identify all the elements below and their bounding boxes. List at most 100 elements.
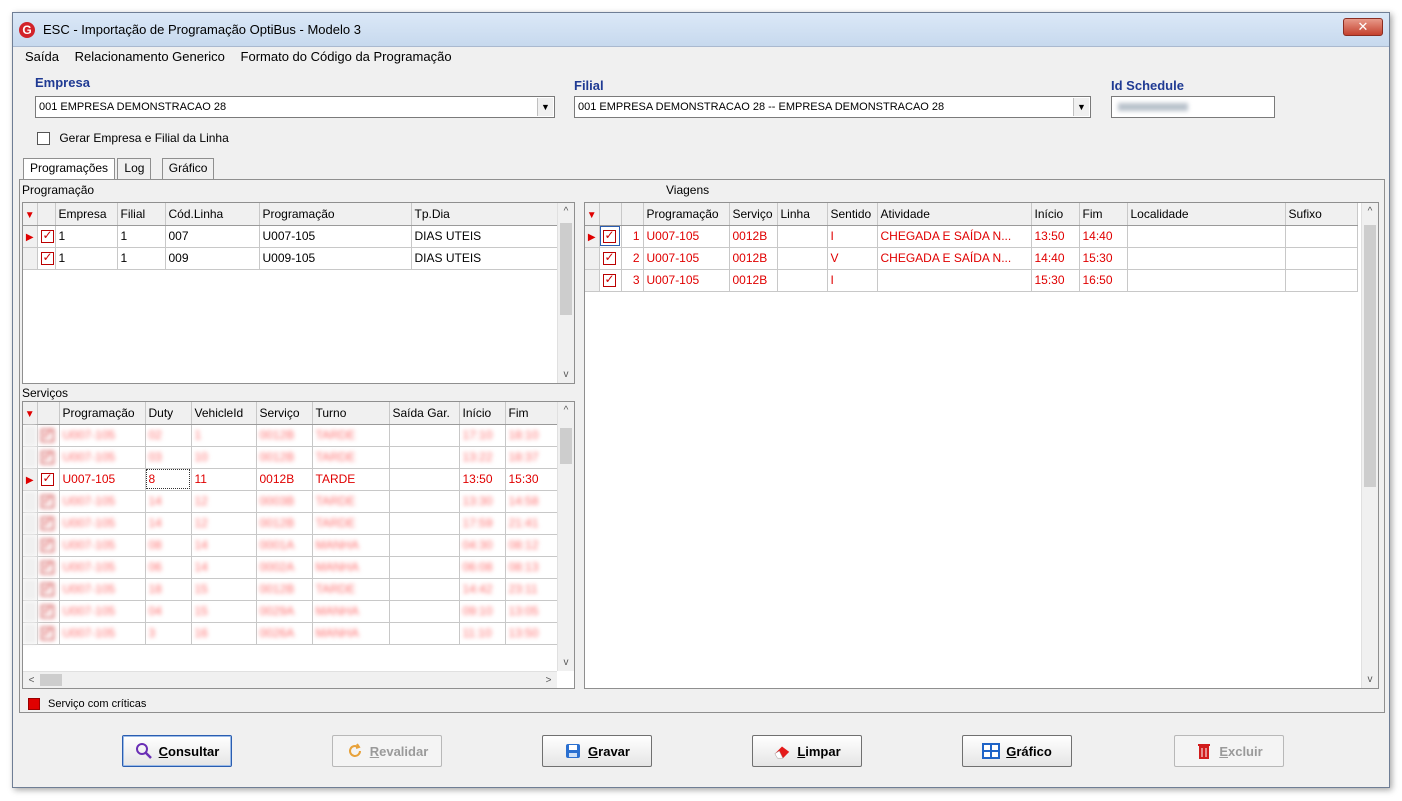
row-checkbox[interactable] [40, 625, 54, 641]
chevron-right-icon[interactable]: > [540, 672, 557, 688]
table-row[interactable]: 1 1 009 U009-105 DIAS UTEIS [23, 247, 558, 270]
table-row[interactable]: 3 U007-105 0012B I 15:30 16:50 [585, 269, 1358, 292]
row-checkbox-cell[interactable] [37, 556, 60, 579]
col-header[interactable]: Programação [643, 203, 730, 226]
col-header[interactable]: Serviço [729, 203, 778, 226]
table-row[interactable]: U007-105 02 1 0012B TARDE 17:10 18:10 [23, 424, 560, 447]
table-row[interactable]: ▶ 1 1 007 U007-105 DIAS UTEIS [23, 225, 558, 248]
scroll-thumb[interactable] [560, 428, 572, 464]
cell-focused[interactable]: 8 [145, 468, 192, 491]
row-checkbox[interactable] [40, 250, 54, 266]
col-header[interactable]: Sentido [827, 203, 878, 226]
col-check-header[interactable] [37, 402, 60, 425]
row-checkbox[interactable] [40, 581, 54, 597]
chevron-down-icon[interactable]: v [1362, 671, 1378, 688]
row-checkbox-cell[interactable] [599, 225, 622, 248]
table-row[interactable]: U007-105 06 14 0002A MANHA 06:08 08:13 [23, 556, 560, 579]
row-checkbox-cell[interactable] [37, 468, 60, 491]
chevron-up-icon[interactable]: ^ [558, 402, 574, 419]
menu-item-saida[interactable]: Saída [25, 49, 59, 64]
id-schedule-input[interactable] [1111, 96, 1275, 118]
col-index-header[interactable] [621, 203, 644, 226]
col-header[interactable]: Filial [117, 203, 166, 226]
row-checkbox[interactable] [40, 603, 54, 619]
horizontal-scrollbar[interactable]: < > [23, 671, 557, 688]
col-header[interactable]: Fim [505, 402, 560, 425]
empresa-select[interactable]: 001 EMPRESA DEMONSTRACAO 28 ▼ [35, 96, 555, 118]
row-checkbox[interactable] [602, 250, 616, 266]
col-header[interactable]: Serviço [256, 402, 313, 425]
table-row[interactable]: ▶ 1 U007-105 0012B I CHEGADA E SAÍDA N..… [585, 225, 1358, 248]
row-checkbox[interactable] [40, 515, 54, 531]
table-row[interactable]: U007-105 14 12 0012B TARDE 17:59 21:41 [23, 512, 560, 535]
programacao-grid[interactable]: ▼ Empresa Filial Cód.Linha Programação T… [22, 202, 575, 384]
row-checkbox-cell[interactable] [599, 269, 622, 292]
viagens-grid[interactable]: ▼ Programação Serviço Linha Sentido Ativ… [584, 202, 1379, 689]
col-header[interactable]: Duty [145, 402, 192, 425]
tab-grafico[interactable]: Gráfico [161, 158, 215, 179]
limpar-button[interactable]: Limpar [752, 735, 862, 767]
row-checkbox[interactable] [40, 228, 54, 244]
vertical-scrollbar[interactable]: ^ v [557, 402, 574, 671]
row-checkbox[interactable] [40, 493, 54, 509]
col-header[interactable]: Início [1031, 203, 1080, 226]
gerar-checkbox[interactable] [37, 132, 50, 146]
scroll-thumb[interactable] [40, 674, 62, 686]
col-header[interactable]: Cód.Linha [165, 203, 260, 226]
grid-corner[interactable]: ▼ [23, 402, 38, 425]
close-button[interactable]: ✕ [1343, 18, 1383, 36]
row-checkbox-cell[interactable] [37, 225, 56, 248]
table-row[interactable]: U007-105 14 12 0003B TARDE 13:30 14:58 [23, 490, 560, 513]
row-checkbox-cell[interactable] [37, 600, 60, 623]
scroll-thumb[interactable] [1364, 225, 1376, 487]
table-row[interactable]: U007-105 03 10 0012B TARDE 13:22 18:37 [23, 446, 560, 469]
col-header[interactable]: Saída Gar. [389, 402, 460, 425]
tab-log[interactable]: Log [117, 158, 152, 179]
col-header[interactable]: Fim [1079, 203, 1128, 226]
grid-corner[interactable]: ▼ [585, 203, 600, 226]
grafico-button[interactable]: Gráfico [962, 735, 1072, 767]
col-header[interactable]: VehicleId [191, 402, 257, 425]
col-header[interactable]: Programação [259, 203, 412, 226]
tab-programacoes[interactable]: Programações [23, 158, 116, 181]
table-row[interactable]: U007-105 04 15 0029A MANHA 09:10 13:05 [23, 600, 560, 623]
chevron-down-icon[interactable]: ▼ [537, 98, 553, 116]
row-checkbox-cell[interactable] [37, 424, 60, 447]
grid-corner[interactable]: ▼ [23, 203, 38, 226]
row-checkbox[interactable] [40, 427, 54, 443]
chevron-down-icon[interactable]: v [558, 366, 574, 383]
chevron-down-icon[interactable]: v [558, 654, 574, 671]
table-row-selected[interactable]: ▶ U007-105 8 11 0012B TARDE 13:50 15:30 [23, 468, 560, 491]
chevron-down-icon[interactable]: ▼ [1073, 98, 1089, 116]
row-checkbox-cell[interactable] [37, 534, 60, 557]
col-check-header[interactable] [37, 203, 56, 226]
row-checkbox-cell[interactable] [37, 578, 60, 601]
col-header[interactable]: Empresa [55, 203, 118, 226]
row-checkbox[interactable] [40, 449, 54, 465]
row-checkbox[interactable] [40, 471, 54, 487]
table-row[interactable]: U007-105 18 15 0012B TARDE 14:42 23:11 [23, 578, 560, 601]
col-header[interactable]: Atividade [877, 203, 1032, 226]
row-checkbox-cell[interactable] [37, 512, 60, 535]
servicos-grid[interactable]: ▼ Programação Duty VehicleId Serviço Tur… [22, 401, 575, 689]
table-row[interactable]: U007-105 3 16 0026A MANHA 11:10 13:50 [23, 622, 560, 645]
row-checkbox-cell[interactable] [37, 446, 60, 469]
revalidar-button[interactable]: Revalidar [332, 735, 442, 767]
col-header[interactable]: Início [459, 402, 506, 425]
chevron-up-icon[interactable]: ^ [1362, 203, 1378, 220]
vertical-scrollbar[interactable]: ^ v [1361, 203, 1378, 688]
row-checkbox-cell[interactable] [599, 247, 622, 270]
scroll-thumb[interactable] [560, 223, 572, 315]
col-header[interactable]: Localidade [1127, 203, 1286, 226]
excluir-button[interactable]: Excluir [1174, 735, 1284, 767]
row-checkbox-cell[interactable] [37, 490, 60, 513]
row-checkbox-cell[interactable] [37, 622, 60, 645]
menu-item-relacionamento[interactable]: Relacionamento Generico [75, 49, 225, 64]
row-checkbox[interactable] [40, 559, 54, 575]
consultar-button[interactable]: Consultar [122, 735, 232, 767]
row-checkbox[interactable] [602, 228, 616, 244]
table-row[interactable]: 2 U007-105 0012B V CHEGADA E SAÍDA N... … [585, 247, 1358, 270]
col-header[interactable]: Sufixo [1285, 203, 1358, 226]
gerar-empresa-filial-option[interactable]: Gerar Empresa e Filial da Linha [37, 131, 229, 146]
col-header[interactable]: Tp.Dia [411, 203, 558, 226]
